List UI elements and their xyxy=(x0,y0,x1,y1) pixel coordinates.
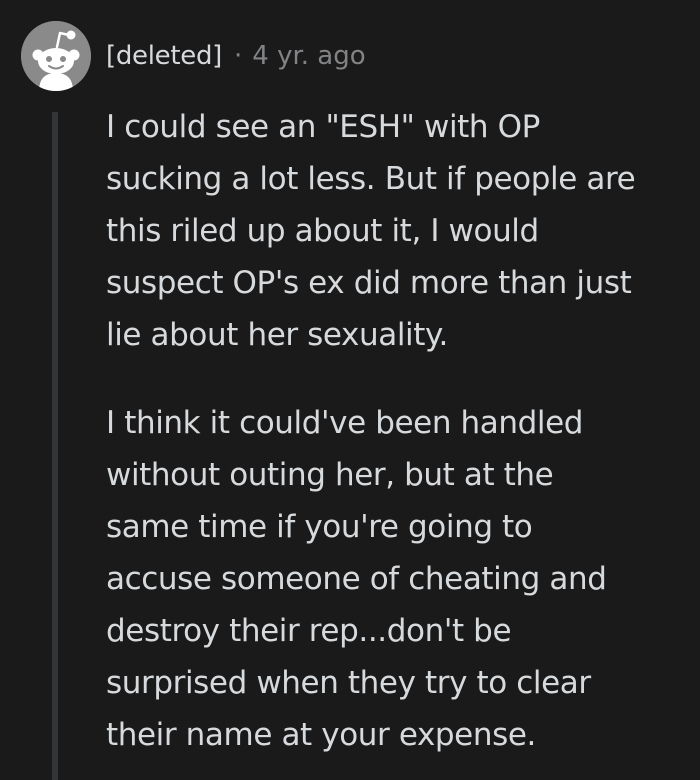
comment-timestamp[interactable]: 4 yr. ago xyxy=(252,41,365,71)
comment-paragraph: I could see an "ESH" with OP sucking a l… xyxy=(106,109,636,353)
collapse-thread-line[interactable] xyxy=(52,112,58,780)
comment-body: I could see an "ESH" with OP sucking a l… xyxy=(106,101,686,780)
author-name[interactable]: [deleted] xyxy=(106,41,222,71)
reddit-snoo-icon[interactable] xyxy=(21,21,91,91)
meta-separator: · xyxy=(234,41,243,71)
comment-paragraph: I think it could've been handled without… xyxy=(106,405,607,753)
comment: [deleted] · 4 yr. ago I could see an "ES… xyxy=(0,0,700,780)
comment-meta: [deleted] · 4 yr. ago xyxy=(106,36,366,76)
